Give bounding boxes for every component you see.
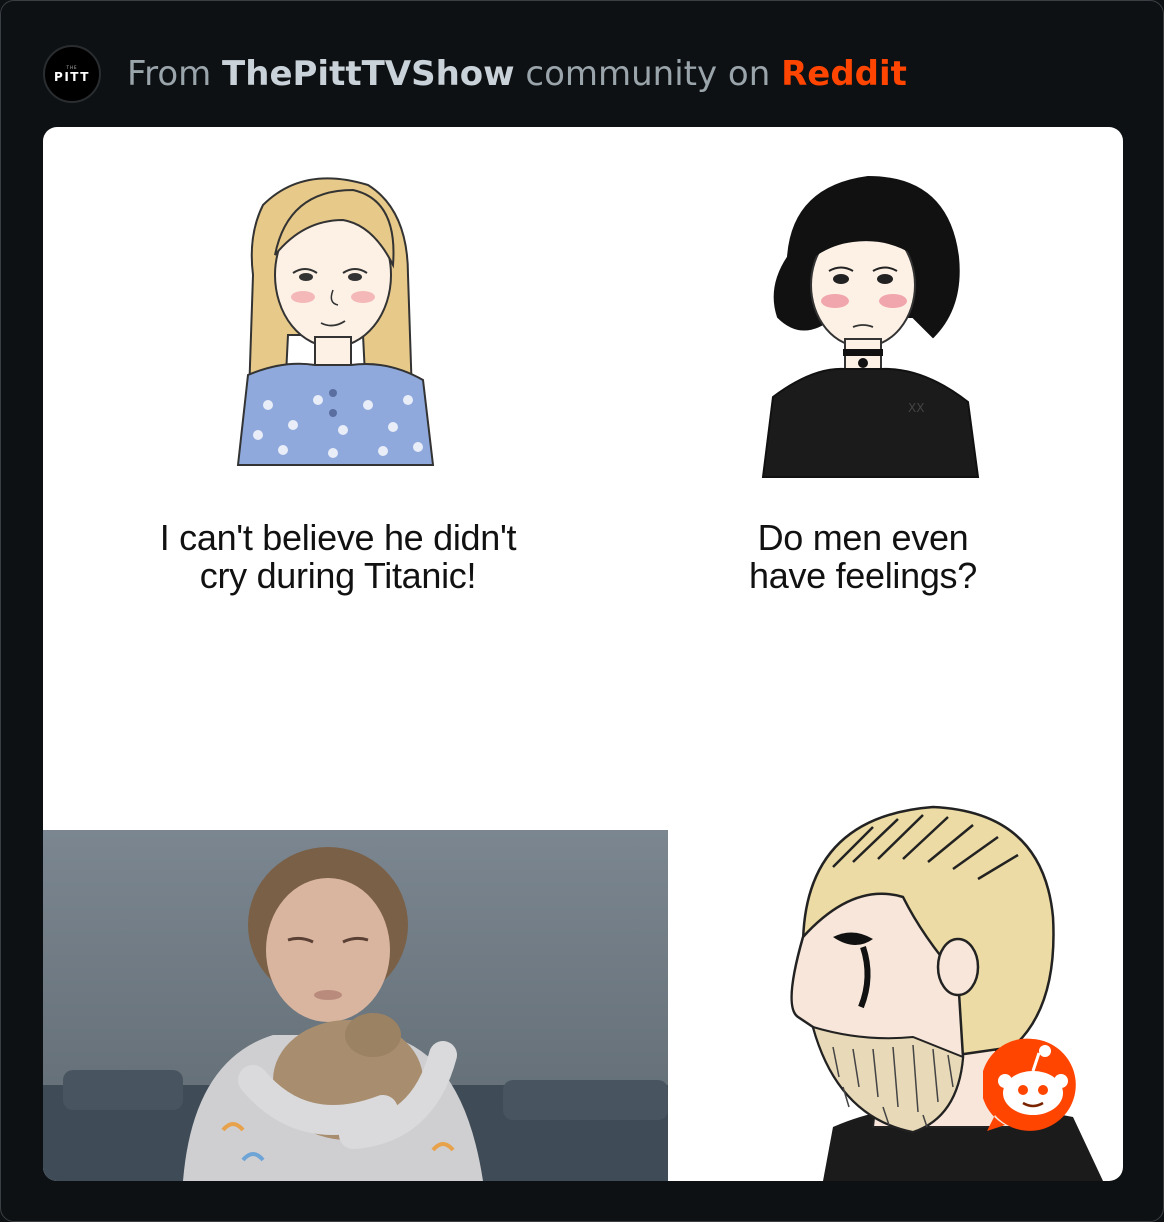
source-prefix: From <box>127 54 223 94</box>
panel1-caption-line1: I can't believe he didn't <box>159 517 517 558</box>
community-link[interactable]: ThePittTVShow <box>222 54 515 94</box>
panel1-caption-line2: cry during Titanic! <box>199 555 477 596</box>
panel-dark-hair-girl-drawing: XX <box>761 175 980 478</box>
panel2-caption-line2: have feelings? <box>749 555 977 596</box>
avatar-label: PITT <box>54 69 90 84</box>
embed-frame: THE PITT From ThePittTVShow community on… <box>0 0 1164 1222</box>
reddit-link[interactable]: Reddit <box>781 54 907 94</box>
community-avatar[interactable]: THE PITT <box>43 45 101 103</box>
svg-text:XX: XX <box>908 401 924 415</box>
photo-child-hugging-bear <box>43 830 668 1181</box>
reddit-snoo-icon[interactable] <box>983 1035 1083 1135</box>
source-middle: community on <box>514 54 782 94</box>
panel1-caption: I can't believe he didn't cry during Tit… <box>93 519 583 595</box>
panel2-caption: Do men even have feelings? <box>643 519 1083 595</box>
panel-blonde-girl-drawing <box>236 177 435 466</box>
panel2-caption-line1: Do men even <box>757 517 969 558</box>
embed-header: THE PITT From ThePittTVShow community on… <box>43 45 907 103</box>
source-line: From ThePittTVShow community on Reddit <box>127 54 907 94</box>
meme-image-card[interactable]: I can't believe he didn't cry during Tit… <box>43 127 1123 1181</box>
